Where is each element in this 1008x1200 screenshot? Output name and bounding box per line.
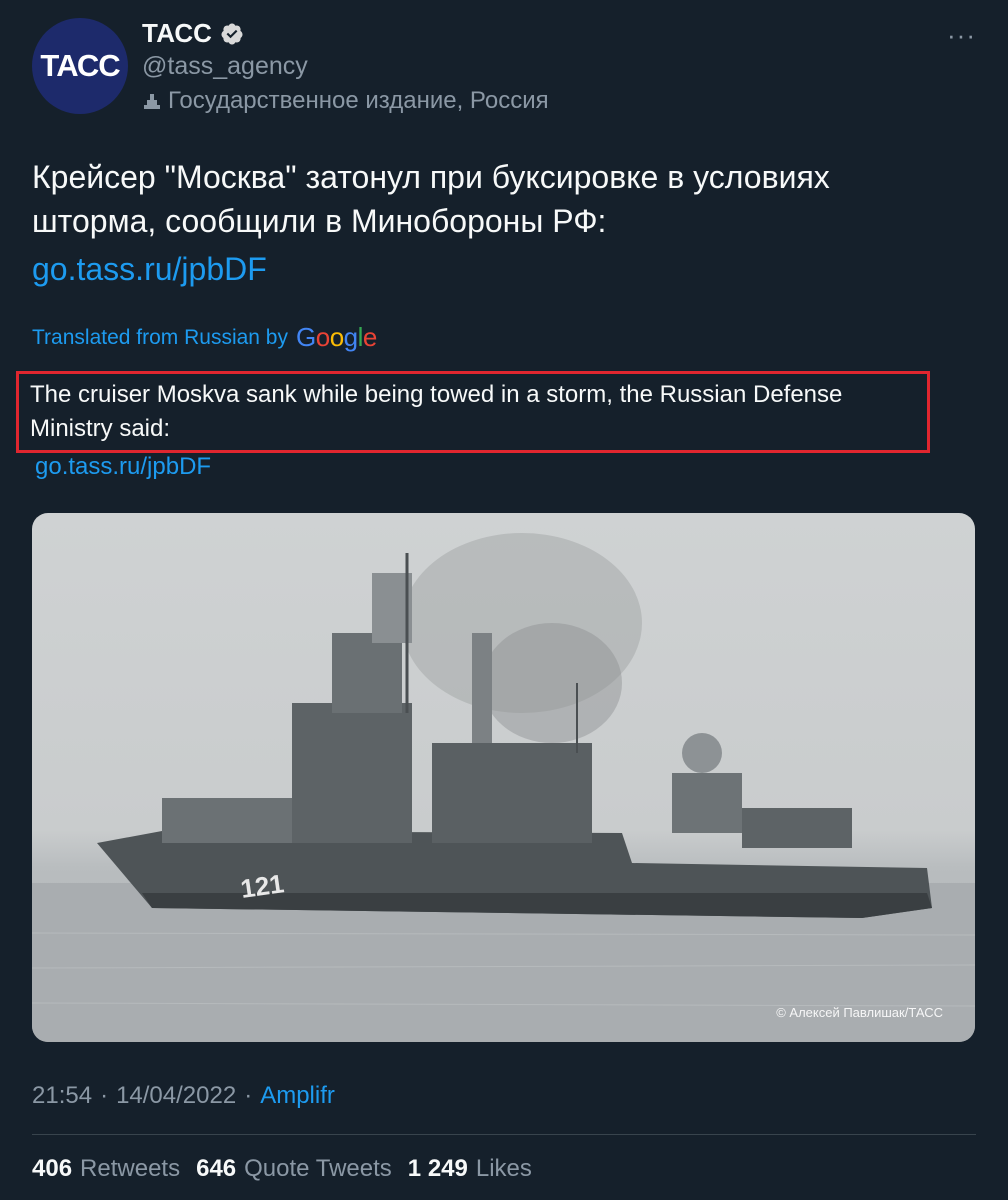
retweets-stat[interactable]: 406 Retweets [32,1155,188,1183]
quotes-label: Quote Tweets [244,1155,392,1182]
retweets-label: Retweets [80,1155,181,1182]
tweet-link[interactable]: go.tass.ru/jpbDF [32,247,267,291]
likes-count: 1 249 [407,1155,468,1182]
divider [32,1134,976,1135]
ship-photo: 121 [32,533,975,1042]
avatar-logo: ТАСС [40,48,120,83]
podium-icon [144,94,160,109]
tweet-date[interactable]: 14/04/2022 [116,1082,236,1110]
google-logo: Google [296,322,377,352]
tweet-time[interactable]: 21:54 [32,1082,92,1110]
quotes-count: 646 [196,1155,237,1182]
handle[interactable]: @tass_agency [142,52,308,81]
source-link[interactable]: Amplifr [260,1082,335,1110]
tweet: ТАСС ТАСС @tass_agency Государственное и… [0,0,1008,1200]
verified-badge-icon [221,23,243,44]
more-options-icon[interactable]: ··· [947,20,976,51]
photo-credit: © Алексей Павлишак/ТАСС [776,1005,943,1020]
translated-link[interactable]: go.tass.ru/jpbDF [35,452,211,482]
likes-stat[interactable]: 1 249 Likes [408,1155,540,1183]
display-name[interactable]: ТАСС [142,18,212,49]
tweet-photo[interactable]: 121 © Алексей Павлишак/ТАСС [32,513,975,1042]
quotes-stat[interactable]: 646 Quote Tweets [196,1155,400,1183]
translated-label: Translated from Russian by [32,325,288,349]
name-row: ТАСС [142,18,244,49]
translated-by[interactable]: Translated from Russian by Google [32,322,377,353]
hull-number: 121 [239,868,286,904]
translated-text: The cruiser Moskva sank while being towe… [30,381,843,442]
likes-label: Likes [475,1155,532,1182]
government-label[interactable]: Государственное издание, Россия [142,87,549,115]
tweet-text: Крейсер "Москва" затонул при буксировке … [32,159,830,239]
tweet-stats: 406 Retweets 646 Quote Tweets 1 249 Like… [32,1155,540,1183]
retweets-count: 406 [32,1155,73,1182]
avatar[interactable]: ТАСС [32,18,128,114]
meta-separator: · [244,1082,253,1109]
meta-separator: · [100,1082,109,1109]
tweet-meta: 21:54 · 14/04/2022 · Amplifr [32,1082,335,1110]
tweet-header: ТАСС ТАСС @tass_agency Государственное и… [32,18,984,118]
label-text: Государственное издание, Россия [168,87,549,114]
